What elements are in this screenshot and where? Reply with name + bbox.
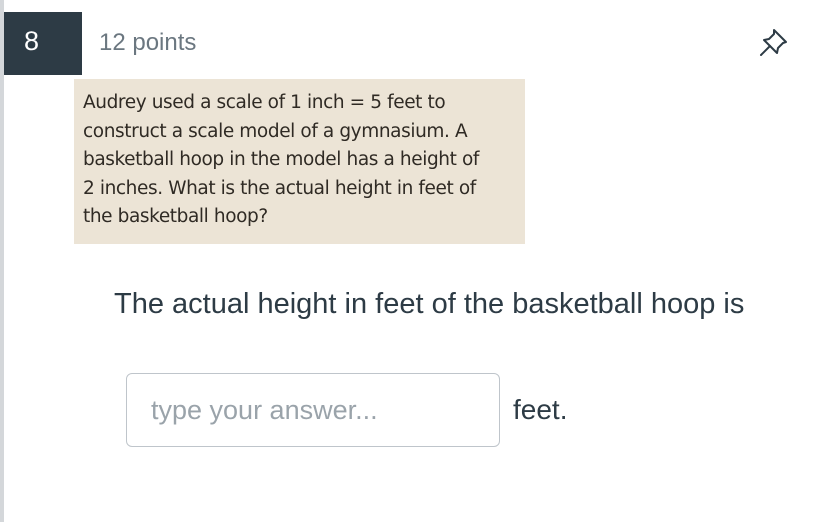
- question-number: 8: [4, 12, 82, 75]
- quiz-question: 8 12 points Audrey used a scale of 1 inc…: [0, 0, 826, 522]
- question-image-line: Audrey used a scale of 1 inch = 5 feet t…: [83, 92, 446, 113]
- answer-unit-label: feet.: [513, 394, 568, 425]
- question-left-border: [0, 0, 4, 522]
- question-image-line: construct a scale model of a gymnasium. …: [83, 120, 468, 142]
- question-image-line: 2 inches. What is the actual height in f…: [83, 177, 476, 199]
- question-prompt: The actual height in feet of the basketb…: [114, 288, 745, 320]
- question-image-text: Audrey used a scale of 1 inch = 5 feet t…: [83, 89, 519, 232]
- question-image-line: the basketball hoop?: [83, 206, 268, 227]
- question-image: Audrey used a scale of 1 inch = 5 feet t…: [74, 79, 525, 244]
- question-image-line: basketball hoop in the model has a heigh…: [83, 149, 479, 170]
- points-label: 12 points: [99, 29, 197, 56]
- pin-icon[interactable]: [756, 26, 792, 58]
- answer-input[interactable]: [126, 373, 500, 447]
